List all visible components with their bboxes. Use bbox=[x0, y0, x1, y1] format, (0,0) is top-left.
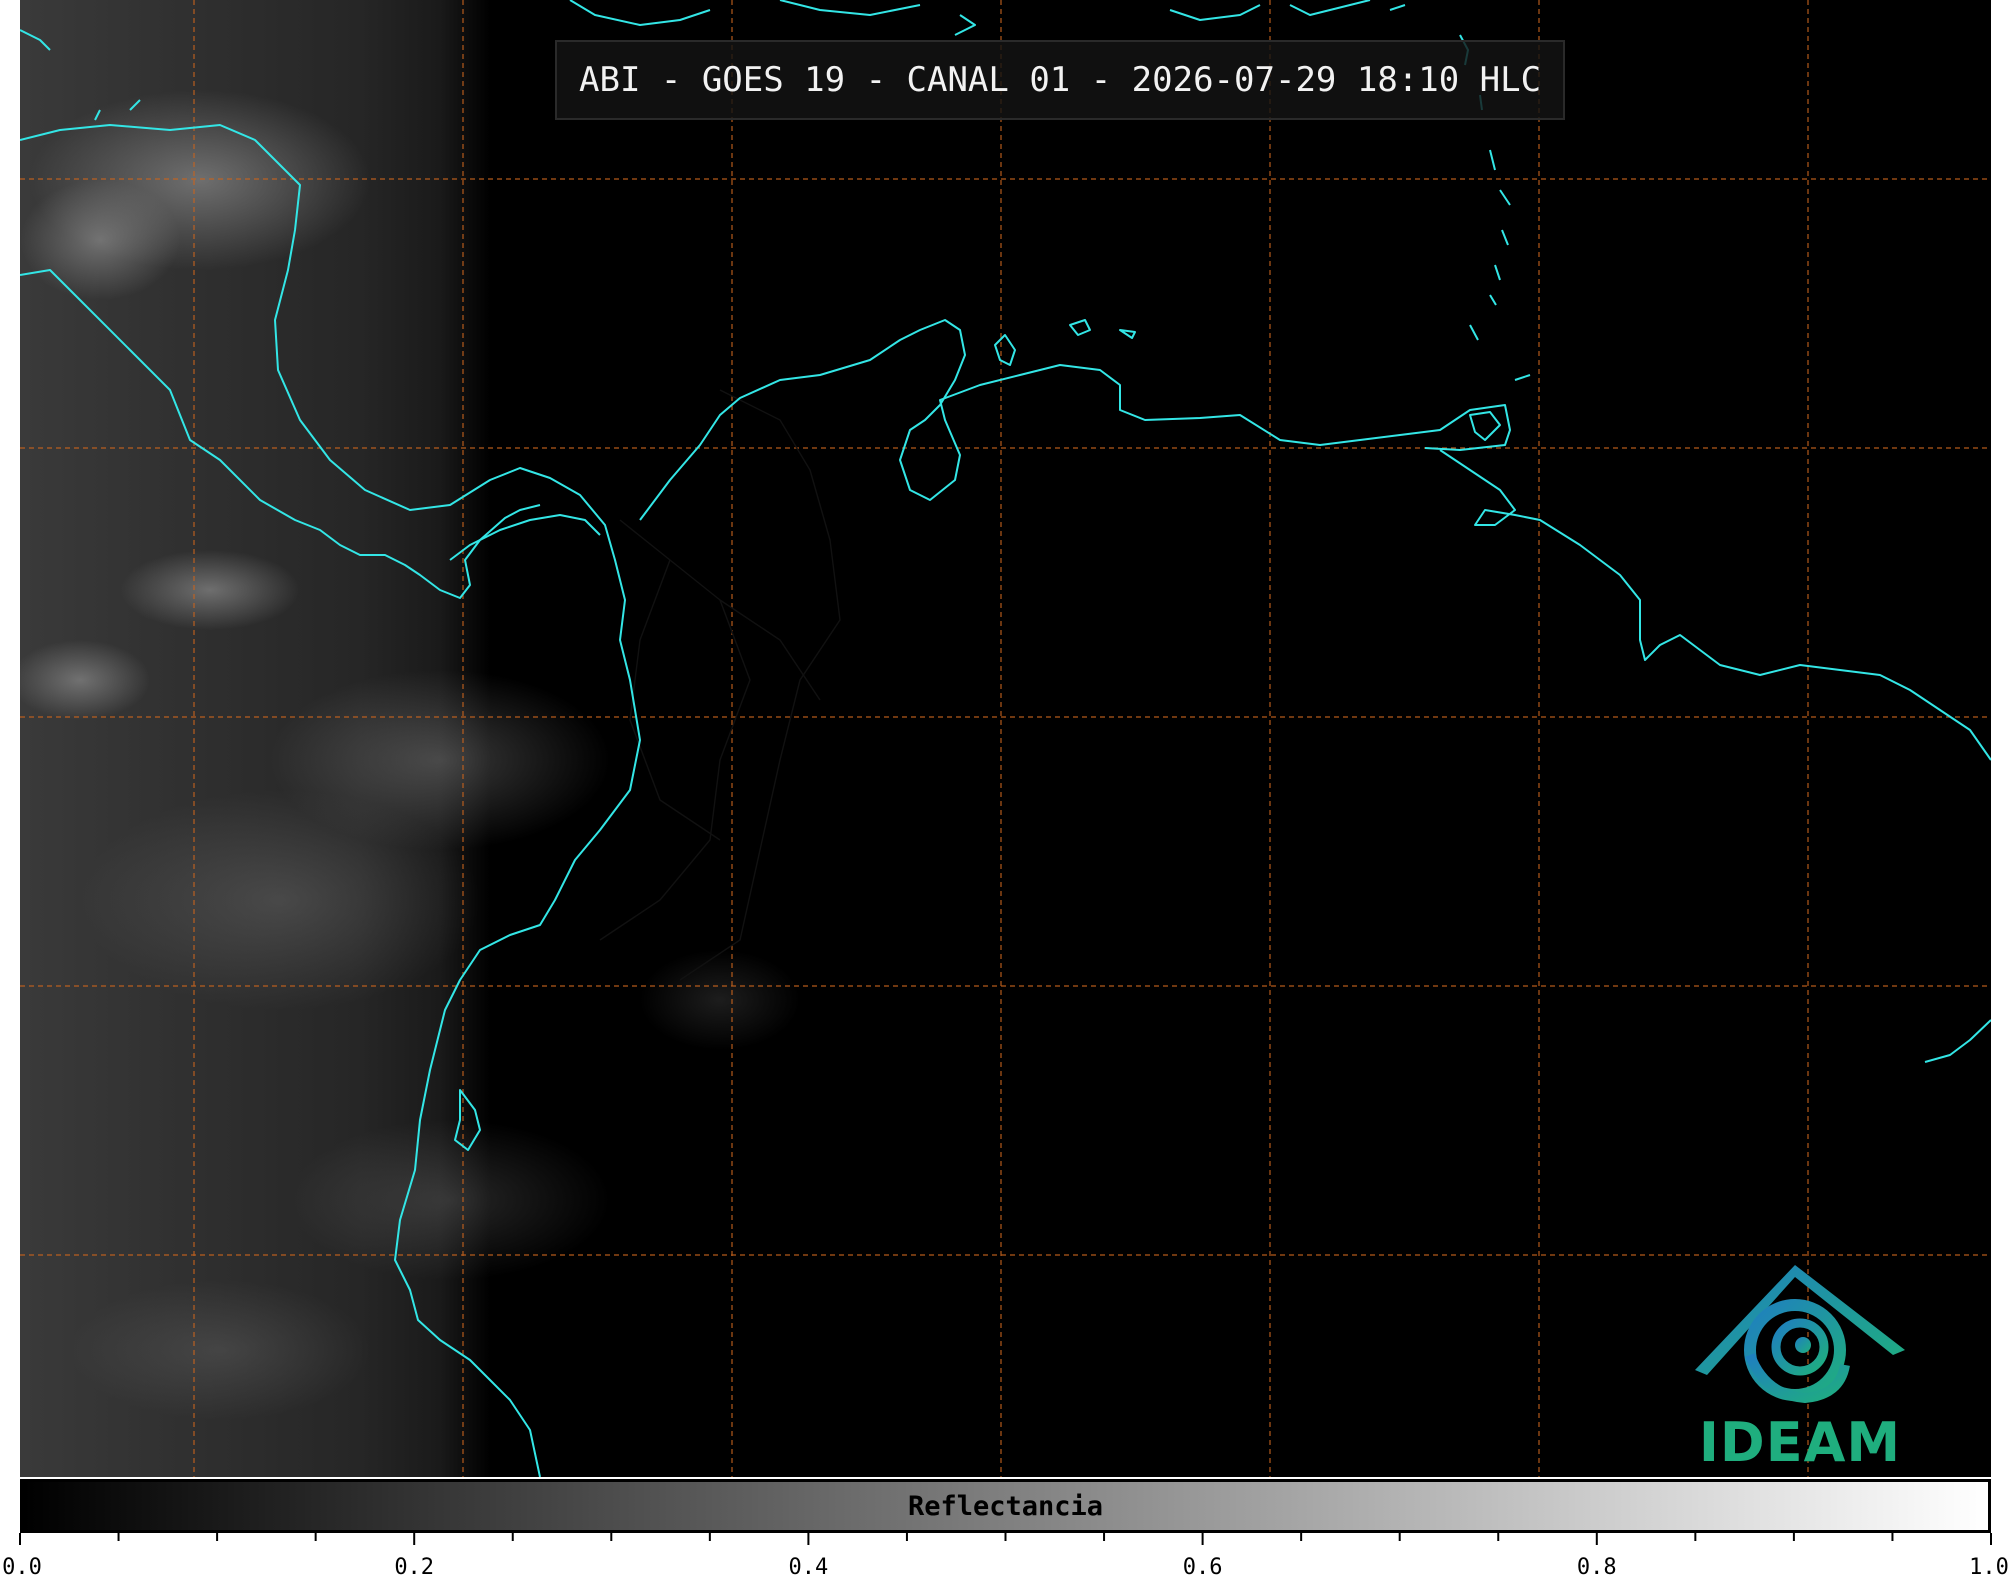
southeast-coast bbox=[1924, 1019, 1991, 1063]
colorbar-tick-label: 0.4 bbox=[788, 1555, 829, 1580]
ideam-logo: IDEAM bbox=[1675, 1255, 1925, 1475]
colorbar-tick-label: 0.0 bbox=[2, 1555, 42, 1580]
ideam-logo-text: IDEAM bbox=[1698, 1411, 1902, 1474]
title-box: ABI - GOES 19 - CANAL 01 - 2026-07-29 18… bbox=[555, 40, 1566, 120]
paraguana-peninsula bbox=[994, 334, 1016, 366]
trinidad bbox=[1469, 411, 1501, 441]
colorbar-tick-label: 0.8 bbox=[1576, 1555, 1617, 1580]
venezuela-delta-coast bbox=[1439, 449, 1991, 761]
colorbar-label: Reflectancia bbox=[907, 1490, 1104, 1522]
bonaire-aruba bbox=[1069, 319, 1136, 339]
colorbar-tick-label: 0.2 bbox=[394, 1555, 435, 1580]
ideam-logo-mark bbox=[1695, 1265, 1905, 1404]
map-title: ABI - GOES 19 - CANAL 01 - 2026-07-29 18… bbox=[579, 60, 1542, 100]
colorbar-ticks bbox=[19, 1533, 1992, 1545]
colorbar: Reflectancia bbox=[20, 1479, 1991, 1533]
satellite-map[interactable]: ABI - GOES 19 - CANAL 01 - 2026-07-29 18… bbox=[20, 0, 1991, 1477]
colorbar-tick-label: 0.6 bbox=[1182, 1555, 1223, 1580]
colorbar-tick-label: 1.0 bbox=[1969, 1555, 2009, 1580]
